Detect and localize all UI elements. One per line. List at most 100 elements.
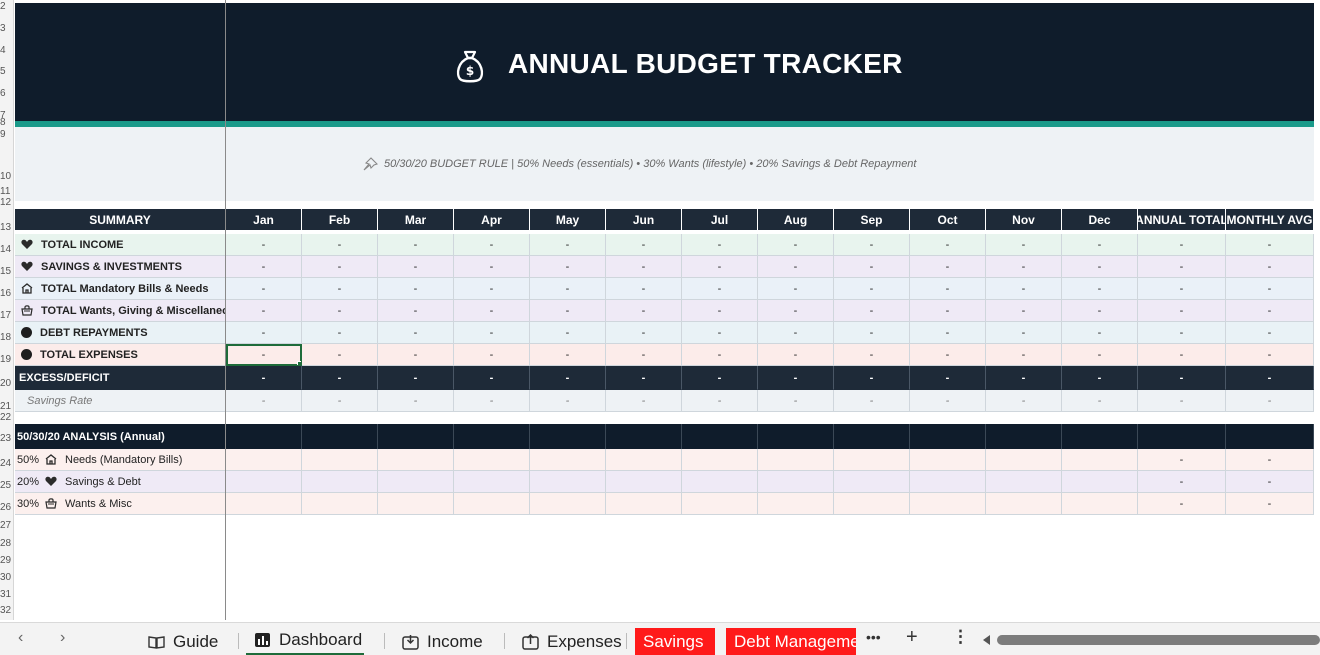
analysis-header-cell[interactable] (1138, 424, 1226, 449)
analysis-cell[interactable] (986, 493, 1062, 515)
analysis-cell[interactable] (682, 471, 758, 493)
analysis-header-cell[interactable] (758, 424, 834, 449)
column-header-oct[interactable]: Oct (910, 209, 986, 231)
analysis-cell[interactable] (302, 493, 378, 515)
summary-cell[interactable]: - (986, 300, 1062, 322)
savings-rate-cell[interactable]: - (1138, 390, 1226, 412)
summary-cell[interactable]: - (530, 344, 606, 366)
scroll-left-icon[interactable] (983, 635, 990, 645)
analysis-header-cell[interactable] (1226, 424, 1314, 449)
savings-rate-cell[interactable]: - (910, 390, 986, 412)
analysis-row-label[interactable]: 50% Needs (Mandatory Bills) (15, 449, 226, 471)
summary-cell[interactable]: - (530, 300, 606, 322)
summary-cell[interactable]: - (986, 278, 1062, 300)
analysis-row-label[interactable]: 20% Savings & Debt (15, 471, 226, 493)
row-number[interactable]: 16 (0, 288, 13, 299)
row-number[interactable]: 24 (0, 458, 13, 469)
analysis-cell[interactable] (302, 471, 378, 493)
summary-row-label[interactable]: SAVINGS & INVESTMENTS (15, 256, 226, 278)
sheet-tab-dashboard[interactable]: Dashboard (246, 627, 364, 655)
analysis-cell[interactable] (454, 449, 530, 471)
row-number[interactable]: 21 (0, 401, 13, 412)
row-number[interactable]: 15 (0, 266, 13, 277)
analysis-header-cell[interactable] (226, 424, 302, 449)
summary-cell[interactable]: - (758, 278, 834, 300)
summary-cell[interactable]: - (1062, 234, 1138, 256)
summary-cell[interactable]: - (1226, 256, 1314, 278)
analysis-header-label[interactable]: 50/30/20 ANALYSIS (Annual) (15, 424, 226, 449)
savings-rate-cell[interactable]: - (302, 390, 378, 412)
summary-cell[interactable]: - (758, 256, 834, 278)
row-number[interactable]: 26 (0, 502, 13, 513)
column-header-jul[interactable]: Jul (682, 209, 758, 231)
analysis-cell[interactable] (910, 449, 986, 471)
row-number[interactable]: 5 (0, 66, 13, 77)
excess-deficit-cell[interactable]: - (226, 366, 302, 390)
summary-cell[interactable]: - (834, 344, 910, 366)
summary-cell[interactable]: - (1138, 322, 1226, 344)
analysis-cell[interactable] (302, 449, 378, 471)
analysis-header-cell[interactable] (530, 424, 606, 449)
summary-cell[interactable]: - (606, 278, 682, 300)
summary-cell[interactable]: - (1062, 322, 1138, 344)
analysis-cell[interactable] (758, 493, 834, 515)
scrollbar-thumb[interactable] (997, 635, 1320, 645)
analysis-header-cell[interactable] (834, 424, 910, 449)
sheet-tab-expenses[interactable]: Expenses (514, 627, 622, 655)
summary-cell[interactable]: - (986, 256, 1062, 278)
summary-cell[interactable]: - (606, 322, 682, 344)
row-number[interactable]: 29 (0, 555, 13, 566)
analysis-cell[interactable] (226, 493, 302, 515)
summary-cell[interactable]: - (226, 300, 302, 322)
row-number[interactable]: 20 (0, 378, 13, 389)
summary-cell[interactable]: - (910, 322, 986, 344)
row-number[interactable]: 10 (0, 171, 13, 182)
summary-cell[interactable]: - (1062, 256, 1138, 278)
summary-cell[interactable]: - (378, 300, 454, 322)
summary-cell[interactable]: - (226, 234, 302, 256)
summary-cell[interactable]: - (302, 322, 378, 344)
excess-deficit-cell[interactable]: - (910, 366, 986, 390)
sheet-menu-button[interactable]: ⋮ (952, 627, 969, 647)
excess-deficit-cell[interactable]: - (378, 366, 454, 390)
excess-deficit-cell[interactable]: - (986, 366, 1062, 390)
summary-cell[interactable]: - (910, 278, 986, 300)
analysis-cell[interactable] (834, 493, 910, 515)
excess-deficit-cell[interactable]: - (606, 366, 682, 390)
summary-cell[interactable]: - (758, 234, 834, 256)
summary-cell[interactable]: - (1226, 300, 1314, 322)
row-number[interactable]: 19 (0, 354, 13, 365)
summary-cell[interactable]: - (1062, 278, 1138, 300)
analysis-cell[interactable] (378, 493, 454, 515)
savings-rate-cell[interactable]: - (986, 390, 1062, 412)
prev-sheet-arrow-icon[interactable]: ‹ (18, 629, 23, 647)
row-number[interactable]: 25 (0, 480, 13, 491)
summary-row-label[interactable]: TOTAL Wants, Giving & Miscellaneous (15, 300, 226, 322)
analysis-cell[interactable] (910, 493, 986, 515)
analysis-cell[interactable] (530, 449, 606, 471)
row-number[interactable]: 9 (0, 129, 13, 140)
analysis-cell[interactable] (758, 471, 834, 493)
summary-cell[interactable]: - (682, 322, 758, 344)
column-header-sep[interactable]: Sep (834, 209, 910, 231)
summary-cell[interactable]: - (834, 300, 910, 322)
summary-cell[interactable]: - (682, 344, 758, 366)
column-header-aug[interactable]: Aug (758, 209, 834, 231)
analysis-cell[interactable] (606, 471, 682, 493)
excess-deficit-cell[interactable]: - (1226, 366, 1314, 390)
summary-cell[interactable]: - (302, 256, 378, 278)
summary-cell[interactable]: - (302, 300, 378, 322)
row-number[interactable]: 27 (0, 520, 13, 531)
summary-cell[interactable]: - (682, 300, 758, 322)
excess-deficit-cell[interactable]: - (302, 366, 378, 390)
summary-cell[interactable]: - (226, 256, 302, 278)
column-header-annual-total[interactable]: ANNUAL TOTAL (1138, 209, 1226, 231)
row-number[interactable]: 2 (0, 1, 13, 12)
excess-deficit-cell[interactable]: - (834, 366, 910, 390)
savings-rate-label[interactable]: Savings Rate (15, 390, 226, 412)
savings-rate-cell[interactable]: - (834, 390, 910, 412)
analysis-header-cell[interactable] (682, 424, 758, 449)
row-number[interactable]: 28 (0, 538, 13, 549)
summary-cell[interactable]: - (378, 322, 454, 344)
row-number[interactable]: 11 (0, 186, 13, 197)
